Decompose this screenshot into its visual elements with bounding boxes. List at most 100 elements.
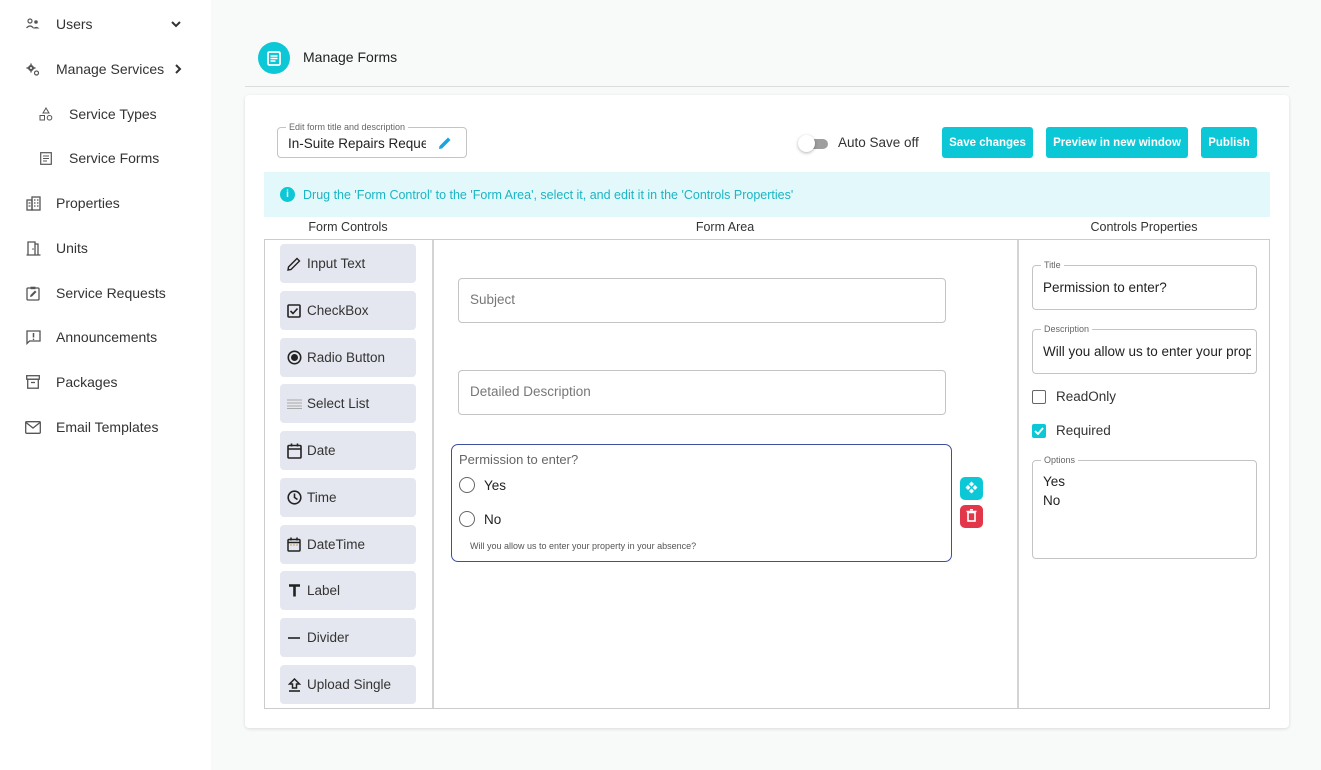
control-label: Time [307,490,337,505]
radio-circle[interactable] [459,477,475,493]
sidebar-item-properties[interactable]: Properties [0,185,211,221]
radio-label: No [484,511,502,527]
control-checkbox[interactable]: CheckBox [280,291,416,330]
control-time[interactable]: Time [280,478,416,517]
shapes-icon [38,106,54,122]
property-title-legend: Title [1041,259,1064,271]
sidebar-item-label: Announcements [56,329,158,345]
pencil-icon [286,256,302,272]
radio-circle[interactable] [459,511,475,527]
package-icon [25,374,41,390]
sidebar-item-label: Service Types [69,106,157,122]
trash-icon [966,508,977,525]
property-options-legend: Options [1041,454,1079,466]
chevron-down-icon[interactable] [170,18,182,30]
detailed-description-field[interactable]: Detailed Description [458,370,946,415]
control-input-text[interactable]: Input Text [280,244,416,283]
info-text: Drug the 'Form Control' to the 'Form Are… [303,187,794,202]
sidebar-item-label: Properties [56,195,120,211]
sidebar-item-manage-services[interactable]: Manage Services [0,51,211,87]
sidebar-item-label: Users [56,16,93,32]
sidebar-item-service-requests[interactable]: Service Requests [0,275,211,311]
property-options-field[interactable]: Options Yes No [1032,454,1257,559]
pencil-edit-icon[interactable] [438,136,452,150]
sidebar-item-label: Email Templates [56,419,159,435]
form-icon [258,42,290,74]
delete-control-button[interactable] [960,505,983,528]
publish-button[interactable]: Publish [1201,127,1257,158]
form-title-legend: Edit form title and description [286,121,409,133]
sidebar: Users Manage Services Service Types Serv… [0,0,211,770]
property-title-value: Permission to enter? [1043,280,1167,295]
readonly-checkbox[interactable]: ReadOnly [1032,389,1116,404]
sidebar-item-email-templates[interactable]: Email Templates [0,409,211,445]
gears-icon [25,61,41,77]
radio-group-description: Will you allow us to enter your property… [470,541,697,551]
control-label: Select List [307,396,370,411]
control-label: Upload Single [307,677,392,692]
sidebar-item-label: Manage Services [56,61,165,77]
sidebar-item-service-types[interactable]: Service Types [0,96,211,132]
divider-icon [286,630,302,646]
description-placeholder: Detailed Description [470,384,591,399]
move-icon [965,481,978,497]
controls-properties-heading: Controls Properties [1090,220,1198,234]
calendar-icon [286,443,302,459]
page-title: Manage Forms [303,49,398,65]
control-datetime[interactable]: DateTime [280,525,416,564]
control-select-list[interactable]: Select List [280,384,416,423]
checkbox-icon [286,303,302,319]
checkbox-unchecked[interactable] [1032,389,1046,404]
required-label: Required [1056,423,1111,438]
toggle-thumb [798,135,815,152]
checkbox-checked[interactable] [1032,423,1046,438]
column-divider [432,240,434,708]
info-banner: i Drug the 'Form Control' to the 'Form A… [264,172,1270,217]
announcement-icon [25,329,41,345]
control-label: Divider [307,630,350,645]
users-icon [25,16,41,32]
radio-group-title: Permission to enter? [459,452,579,467]
clock-icon [286,490,302,506]
builder-grid: Input Text CheckBox Radio Button Select … [264,239,1270,709]
subject-field[interactable]: Subject [458,278,946,323]
header-divider [245,86,1289,87]
chevron-right-icon[interactable] [172,63,184,75]
building-icon [25,195,41,211]
sidebar-item-users[interactable]: Users [0,6,211,42]
mail-icon [25,419,41,435]
sidebar-item-service-forms[interactable]: Service Forms [0,140,211,176]
radio-option-no[interactable]: No [459,511,501,527]
control-label: DateTime [307,537,366,552]
form-title-field[interactable]: Edit form title and description In-Suite… [277,121,467,158]
radio-icon [286,350,302,366]
sidebar-item-announcements[interactable]: Announcements [0,319,211,355]
property-title-field[interactable]: Title Permission to enter? [1032,259,1257,310]
radio-option-yes[interactable]: Yes [459,477,506,493]
text-icon [286,583,302,599]
control-label: Label [307,583,341,598]
control-divider[interactable]: Divider [280,618,416,657]
save-changes-button[interactable]: Save changes [942,127,1033,158]
preview-button[interactable]: Preview in new window [1046,127,1188,158]
control-date[interactable]: Date [280,431,416,470]
control-label: CheckBox [307,303,369,318]
property-description-legend: Description [1041,323,1093,335]
auto-save-label: Auto Save off [838,135,919,150]
sidebar-item-units[interactable]: Units [0,230,211,266]
form-title-value: In-Suite Repairs Request [288,136,426,151]
property-description-field[interactable]: Description Will you allow us to enter y… [1032,323,1257,374]
control-upload-single[interactable]: Upload Single [280,665,416,704]
door-icon [25,240,41,256]
move-control-button[interactable] [960,477,983,500]
selected-radio-group[interactable]: Permission to enter? Yes No Will you all… [451,444,952,562]
required-checkbox[interactable]: Required [1032,423,1111,438]
upload-icon [286,677,302,693]
control-label-item[interactable]: Label [280,571,416,610]
readonly-label: ReadOnly [1056,389,1117,404]
auto-save-toggle[interactable] [798,135,830,152]
sidebar-item-label: Service Forms [69,150,160,166]
control-radio-button[interactable]: Radio Button [280,338,416,377]
sidebar-item-packages[interactable]: Packages [0,364,211,400]
form-controls-heading: Form Controls [308,220,388,234]
